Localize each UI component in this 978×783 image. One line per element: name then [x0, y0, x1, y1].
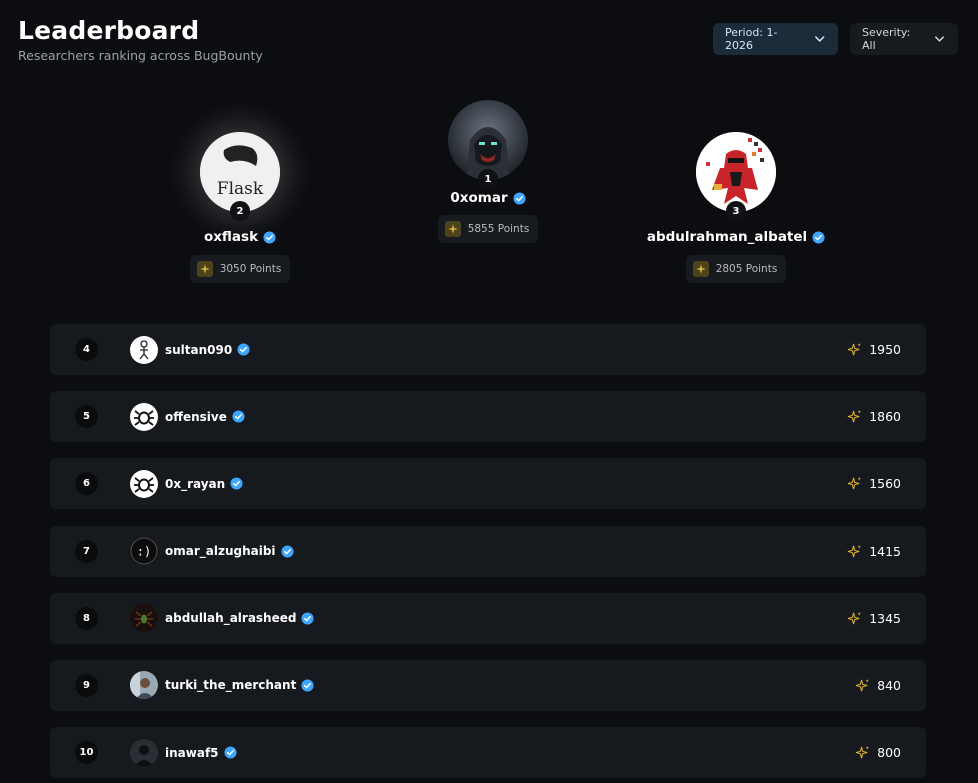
verified-icon [223, 746, 237, 759]
points-icon [692, 261, 709, 277]
researcher-name: abdullah_alrasheed [165, 611, 297, 626]
researcher-name: omar_alzughaibi [165, 544, 276, 559]
severity-label: Severity: All [862, 26, 911, 52]
verified-icon [230, 477, 243, 490]
sparkle-icon [855, 678, 870, 692]
leaderboard-row[interactable]: 8 abdullah_alrasheed 1345 [50, 592, 926, 644]
score-value: 1560 [869, 476, 901, 492]
rank-number: 6 [75, 472, 98, 496]
points-pill: 2805 Points [685, 255, 787, 283]
verified-icon [232, 410, 245, 423]
svg-text:Flask: Flask [217, 179, 264, 199]
score-value: 1860 [869, 409, 901, 425]
flask-logo-avatar: Flask [200, 132, 280, 212]
bug-avatar [130, 469, 158, 498]
points-value: 3050 Points [219, 263, 282, 275]
score-value: 840 [877, 677, 901, 693]
rank-badge: 2 [230, 201, 250, 221]
researcher-name: 0x_rayan [165, 476, 226, 491]
score-value: 800 [877, 745, 901, 761]
verified-icon [263, 230, 276, 244]
researcher-name: sultan090 [165, 342, 233, 357]
leaderboard-row[interactable]: 10 inawaf5 800 [50, 727, 926, 779]
hooded-figure-avatar [448, 100, 528, 180]
filter-bar: Period: 1-2026 Severity: All [713, 23, 958, 55]
leaderboard-row[interactable]: 7 :) omar_alzughaibi 1415 [50, 525, 926, 577]
points-icon [196, 261, 213, 277]
leaderboard-row[interactable]: 6 0x_rayan 1560 [50, 458, 926, 510]
photo-avatar [130, 671, 158, 700]
rank-number: 4 [75, 338, 98, 361]
score-value: 1415 [869, 543, 901, 559]
rank-badge: 3 [726, 201, 746, 221]
page-header: Leaderboard Researchers ranking across B… [18, 16, 263, 63]
score-value: 1950 [869, 342, 901, 357]
rank-badge: 1 [478, 169, 498, 189]
svg-text::): :) [137, 545, 151, 559]
chevron-down-icon [935, 36, 944, 42]
podium-name: abdulrahman_albatel [646, 229, 808, 245]
rank-number: 5 [75, 405, 98, 429]
bug-avatar [130, 402, 158, 431]
rank-number: 8 [75, 606, 98, 630]
points-icon [444, 221, 461, 237]
smiley-avatar: :) [130, 537, 158, 566]
chevron-down-icon [814, 36, 824, 42]
severity-dropdown[interactable]: Severity: All [850, 23, 958, 55]
researcher-name: turki_the_merchant [165, 678, 297, 693]
researcher-name: inawaf5 [165, 745, 219, 760]
spider-avatar [130, 604, 158, 633]
page-subtitle: Researchers ranking across BugBounty [18, 48, 263, 63]
podium-first[interactable]: 1 0xomar 5855 Points [408, 100, 568, 243]
researcher-name: offensive [165, 409, 227, 424]
page-title: Leaderboard [18, 16, 200, 45]
verified-icon [281, 545, 294, 558]
podium-name: oxflask [203, 229, 259, 245]
score-value: 1345 [869, 610, 901, 626]
points-value: 2805 Points [715, 263, 778, 275]
stick-figure-avatar [130, 335, 158, 364]
points-pill: 5855 Points [437, 215, 539, 243]
leaderboard-row[interactable]: 5 offensive 1860 [50, 391, 926, 443]
rank-number: 9 [75, 673, 98, 697]
dark-figure-avatar [130, 738, 158, 767]
sparkle-icon [847, 611, 862, 625]
verified-icon [812, 230, 825, 244]
podium-third[interactable]: 3 abdulrahman_albatel 2805 Points [636, 132, 836, 283]
points-pill: 3050 Points [189, 255, 291, 283]
sparkle-icon [847, 410, 862, 423]
points-value: 5855 Points [467, 223, 530, 235]
sparkle-icon [855, 746, 870, 759]
podium-name: 0xomar [450, 190, 508, 206]
rank-number: 10 [75, 741, 98, 765]
verified-icon [513, 191, 526, 205]
verified-icon [301, 679, 314, 692]
sparkle-icon [847, 544, 862, 557]
verified-icon [237, 343, 250, 356]
podium-second[interactable]: Flask 2 oxflask 3050 Points [160, 132, 320, 283]
leaderboard-list: 4 sultan090 1950 5 offensive 1860 6 0x_r… [50, 324, 926, 783]
red-ninja-avatar [696, 132, 776, 212]
sparkle-icon [847, 342, 862, 356]
period-label: Period: 1-2026 [725, 26, 778, 52]
sparkle-icon [847, 477, 862, 490]
period-dropdown[interactable]: Period: 1-2026 [713, 23, 838, 55]
verified-icon [301, 612, 315, 625]
leaderboard-row[interactable]: 9 turki_the_merchant 840 [50, 659, 926, 711]
rank-number: 7 [75, 539, 98, 563]
leaderboard-row[interactable]: 4 sultan090 1950 [50, 324, 926, 375]
